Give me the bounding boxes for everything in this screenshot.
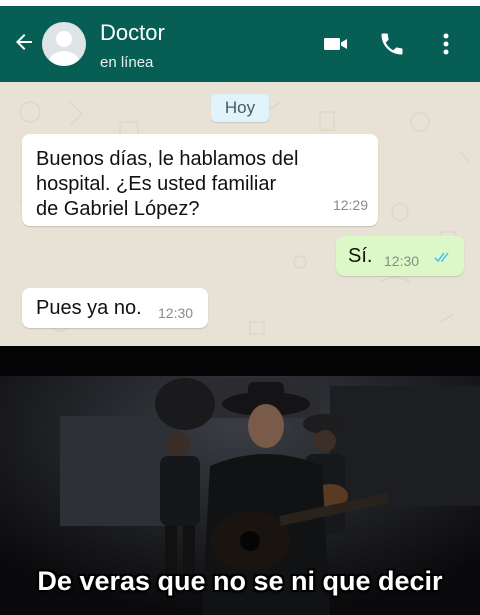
default-avatar-icon [49, 31, 79, 66]
date-divider: Hoy [211, 94, 269, 122]
contact-name[interactable]: Doctor [100, 20, 165, 46]
message-time: 12:29 [332, 197, 368, 213]
avatar[interactable] [42, 22, 86, 66]
incoming-message-bubble[interactable]: Pues ya no. 12:30 [22, 288, 208, 328]
video-call-icon[interactable] [322, 30, 350, 58]
meme-caption: De veras que no se ni que decir [37, 566, 443, 596]
phone-call-icon[interactable] [378, 30, 406, 58]
incoming-message-bubble[interactable]: Buenos días, le hablamos del hospital. ¿… [22, 134, 378, 226]
message-time: 12:30 [384, 253, 420, 269]
more-options-icon[interactable] [432, 30, 460, 58]
outgoing-message-bubble[interactable]: Sí. 12:30 [336, 236, 464, 276]
chat-header: Doctor en línea [0, 6, 480, 82]
message-text: Buenos días, le hablamos del hospital. ¿… [36, 148, 299, 220]
read-receipt-icon [434, 252, 449, 263]
message-time: 12:30 [158, 305, 194, 321]
contact-status: en línea [100, 54, 154, 71]
chat-screenshot: Doctor en línea Hoy Buenos días, le habl… [0, 6, 480, 346]
message-text: Pues ya no. [36, 297, 142, 319]
back-arrow-icon[interactable] [12, 30, 36, 54]
message-text: Sí. [348, 245, 373, 267]
